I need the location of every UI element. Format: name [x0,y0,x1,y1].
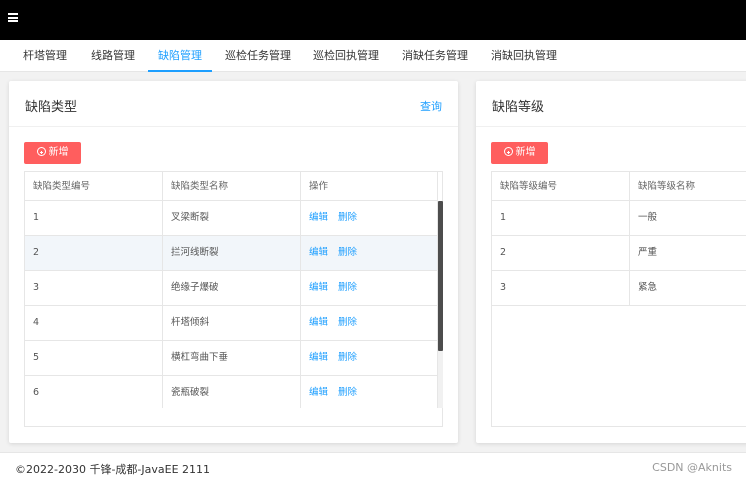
defect-level-title: 缺陷等级 [492,100,545,115]
plus-circle-icon [36,147,46,156]
cell-actions: 编辑 删除 [301,376,438,408]
table-row: 1 一般 [492,201,746,236]
cell-actions: 编辑 删除 [301,271,438,306]
table-row: 3 绝缘子爆破 编辑 删除 [25,271,438,306]
edit-link[interactable]: 编辑 [309,247,328,258]
defect-type-card-header: 缺陷类型 查询 [9,81,458,127]
cell-defect-type-id: 5 [25,341,163,376]
cell-defect-level-id: 3 [492,271,630,306]
column-header-defect-level-name: 缺陷等级名称 [630,172,746,201]
defect-level-card-header: 缺陷等级 [476,81,746,127]
edit-link[interactable]: 编辑 [309,212,328,223]
add-defect-type-label: 新增 [48,147,69,158]
column-header-actions: 操作 [301,172,438,201]
defect-type-table-body: 1 叉梁断裂 编辑删除 2 拦河线断裂 编辑删除 3 绝缘子爆破 编辑删除 [25,201,438,408]
cell-actions: 编辑 删除 [301,236,438,271]
cell-defect-type-id: 6 [25,376,163,408]
cell-defect-type-id: 2 [25,236,163,271]
tab-inspection-receipt-management[interactable]: 巡检回执管理 [313,40,379,72]
cell-defect-type-name: 杆塔倾斜 [163,306,301,341]
table-scrollbar[interactable] [438,201,443,408]
cell-defect-type-name: 瓷瓶破裂 [163,376,301,408]
delete-link[interactable]: 删除 [338,387,357,398]
edit-link[interactable]: 编辑 [309,352,328,363]
defect-level-table-body: 1 一般 2 严重 3 紧急 [492,201,746,408]
main-nav: 杆塔管理 线路管理 缺陷管理 巡检任务管理 巡检回执管理 消缺任务管理 消缺回执… [0,40,746,72]
page-footer: ©2022-2030 千锋-成都-JavaEE 2111 CSDN @Aknit… [0,452,746,482]
edit-link[interactable]: 编辑 [309,317,328,328]
cell-defect-level-id: 2 [492,236,630,271]
cell-defect-type-name: 横杠弯曲下垂 [163,341,301,376]
edit-link[interactable]: 编辑 [309,387,328,398]
cell-defect-type-id: 1 [25,201,163,236]
delete-link[interactable]: 删除 [338,282,357,293]
column-header-defect-type-name: 缺陷类型名称 [163,172,301,201]
cell-defect-type-name: 绝缘子爆破 [163,271,301,306]
add-defect-level-button[interactable]: 新增 [491,142,548,164]
delete-link[interactable]: 删除 [338,247,357,258]
table-header-row: 缺陷等级编号 缺陷等级名称 [492,172,746,201]
add-defect-type-button[interactable]: 新增 [24,142,81,164]
watermark-text: CSDN @Aknits [652,461,732,474]
table-row: 2 严重 [492,236,746,271]
table-row: 3 紧急 [492,271,746,306]
top-header-bar [0,0,746,40]
cell-actions: 编辑 删除 [301,341,438,376]
defect-level-card: 缺陷等级 新增 缺陷等级编号 缺陷等级名称 1 一般 2 严重 3 紧急 [476,81,746,443]
scrollbar-thumb[interactable] [438,201,443,351]
cell-defect-type-id: 4 [25,306,163,341]
tab-defect-elimination-receipt-management[interactable]: 消缺回执管理 [491,40,557,72]
defect-type-title: 缺陷类型 [25,100,78,115]
defect-type-table: 缺陷类型编号 缺陷类型名称 操作 1 叉梁断裂 编辑 删除 2 拦河线断裂 编辑删… [24,171,443,427]
cell-defect-level-name: 紧急 [630,271,746,306]
edit-link[interactable]: 编辑 [309,282,328,293]
plus-circle-icon [503,147,513,156]
cell-defect-level-id: 1 [492,201,630,236]
tab-inspection-task-management[interactable]: 巡检任务管理 [225,40,291,72]
column-header-defect-level-id: 缺陷等级编号 [492,172,630,201]
tab-defect-management[interactable]: 缺陷管理 [148,40,212,72]
add-defect-level-label: 新增 [515,147,536,158]
menu-icon[interactable] [8,13,18,22]
cell-actions: 编辑 删除 [301,201,438,236]
defect-level-table: 缺陷等级编号 缺陷等级名称 1 一般 2 严重 3 紧急 [491,171,746,427]
cell-defect-level-name: 严重 [630,236,746,271]
table-row: 5 横杠弯曲下垂 编辑 删除 [25,341,438,376]
defect-type-card: 缺陷类型 查询 新增 缺陷类型编号 缺陷类型名称 操作 1 叉梁断裂 编辑 删除 … [9,81,458,443]
table-row: 6 瓷瓶破裂 编辑 删除 [25,376,438,408]
tab-defect-elimination-task-management[interactable]: 消缺任务管理 [402,40,468,72]
column-header-defect-type-id: 缺陷类型编号 [25,172,163,201]
tab-tower-management[interactable]: 杆塔管理 [23,40,67,72]
table-row: 1 叉梁断裂 编辑 删除 [25,201,438,236]
delete-link[interactable]: 删除 [338,317,357,328]
copyright-text: ©2022-2030 千锋-成都-JavaEE 2111 [15,463,211,476]
table-row: 2 拦河线断裂 编辑 删除 [25,236,438,271]
cell-defect-type-name: 拦河线断裂 [163,236,301,271]
cell-defect-level-name: 一般 [630,201,746,236]
delete-link[interactable]: 删除 [338,352,357,363]
cell-defect-type-id: 3 [25,271,163,306]
cell-defect-type-name: 叉梁断裂 [163,201,301,236]
table-row: 4 杆塔倾斜 编辑 删除 [25,306,438,341]
cell-actions: 编辑 删除 [301,306,438,341]
delete-link[interactable]: 删除 [338,212,357,223]
table-header-row: 缺陷类型编号 缺陷类型名称 操作 [25,172,438,201]
query-link[interactable]: 查询 [420,98,442,114]
tab-line-management[interactable]: 线路管理 [91,40,135,72]
